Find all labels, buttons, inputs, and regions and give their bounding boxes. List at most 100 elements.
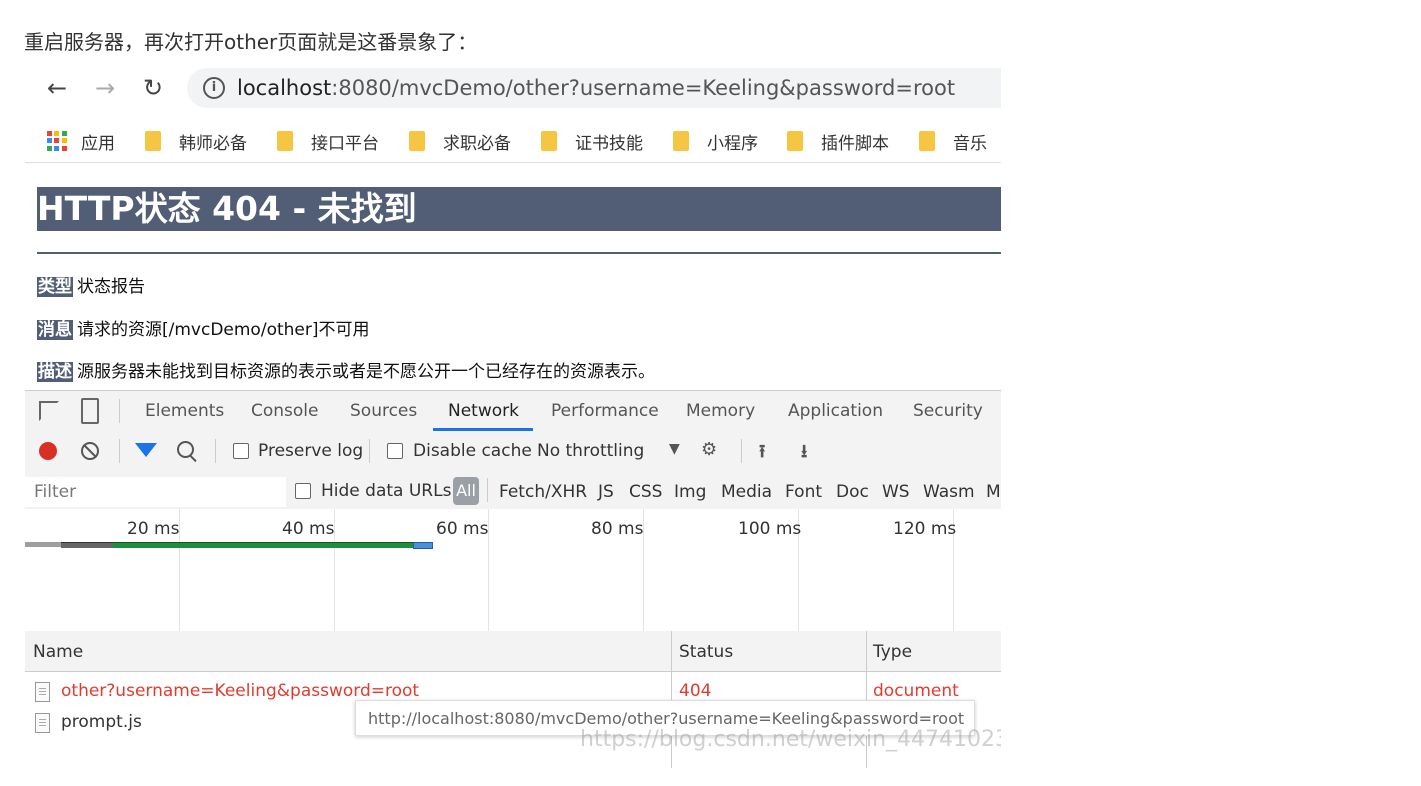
bookmark-folder[interactable]: 音乐 <box>919 126 987 156</box>
separator <box>369 439 370 463</box>
filter-type-font[interactable]: Font <box>785 482 822 502</box>
tab-memory[interactable]: Memory <box>686 401 755 421</box>
timeline-bar-waiting <box>113 542 413 548</box>
filter-type-media[interactable]: Media <box>721 482 772 502</box>
network-filter-bar: Hide data URLs All Fetch/XHR JS CSS Img … <box>25 471 1001 510</box>
filter-type-wasm[interactable]: Wasm <box>923 482 975 502</box>
error-type-line: 类型 状态报告 <box>37 272 145 297</box>
url-path: :8080/mvcDemo/other?username=Keeling&pas… <box>331 76 956 100</box>
export-har-icon[interactable]: ⭳ <box>801 439 807 469</box>
timeline-bar-queue <box>25 542 61 547</box>
bookmark-label: 接口平台 <box>311 133 379 154</box>
timeline-tick-label: 80 ms <box>591 519 644 539</box>
forward-arrow-icon[interactable]: → <box>91 74 119 102</box>
column-type[interactable]: Type <box>873 642 912 662</box>
bookmark-folder[interactable]: 小程序 <box>673 126 758 156</box>
bookmark-folder[interactable]: 求职必备 <box>409 126 511 156</box>
divider <box>37 252 1001 254</box>
tab-network[interactable]: Network <box>448 401 519 421</box>
message-label: 消息 <box>37 320 73 340</box>
filter-type-css[interactable]: CSS <box>629 482 662 502</box>
folder-icon <box>673 131 689 151</box>
disable-cache-checkbox[interactable] <box>387 443 403 459</box>
document-icon <box>35 682 50 702</box>
column-status[interactable]: Status <box>679 642 733 662</box>
separator <box>119 399 120 423</box>
network-timeline[interactable]: 20 ms 40 ms 60 ms 80 ms 100 ms 120 ms <box>25 509 1001 632</box>
tab-sources[interactable]: Sources <box>350 401 417 421</box>
folder-icon <box>919 131 935 151</box>
separator <box>487 478 488 502</box>
network-toolbar: Preserve log Disable cache No throttling… <box>25 431 1001 472</box>
error-message-line: 消息 请求的资源[/mvcDemo/other]不可用 <box>37 315 370 340</box>
separator <box>215 439 216 463</box>
bookmark-label: 求职必备 <box>443 133 511 154</box>
script-file-icon <box>35 713 50 733</box>
requests-table-header: Name Status Type <box>25 631 1001 672</box>
type-label: 类型 <box>37 277 73 297</box>
bookmark-label: 插件脚本 <box>821 133 889 154</box>
request-status: 404 <box>679 681 712 701</box>
network-conditions-icon[interactable]: ⚙ <box>701 439 717 460</box>
description-value: 源服务器未能找到目标资源的表示或者是不愿公开一个已经存在的资源表示。 <box>77 362 655 382</box>
timeline-tick-label: 120 ms <box>893 519 957 539</box>
folder-icon <box>145 131 161 151</box>
back-arrow-icon[interactable]: ← <box>43 74 71 102</box>
import-har-icon[interactable]: ⭱ <box>759 439 765 469</box>
folder-icon <box>409 131 425 151</box>
filter-all-button[interactable]: All <box>453 477 479 505</box>
filter-icon[interactable] <box>135 443 157 457</box>
column-name[interactable]: Name <box>33 642 83 662</box>
disable-cache-label: Disable cache <box>413 441 532 461</box>
inspect-element-icon[interactable] <box>39 401 59 421</box>
separator <box>119 439 120 463</box>
intro-text: 重启服务器，再次打开other页面就是这番景象了： <box>24 30 478 54</box>
bookmark-label: 韩师必备 <box>179 133 247 154</box>
devtools-tab-bar: Elements Console Sources Network Perform… <box>25 391 1001 432</box>
bookmark-folder[interactable]: 插件脚本 <box>787 126 889 156</box>
bookmark-folder[interactable]: 韩师必备 <box>145 126 247 156</box>
timeline-tick-label: 60 ms <box>436 519 489 539</box>
preserve-log-label: Preserve log <box>258 441 364 461</box>
chevron-down-icon[interactable]: ▼ <box>669 441 680 457</box>
filter-type-ws[interactable]: WS <box>882 482 910 502</box>
timeline-tick-label: 100 ms <box>738 519 802 539</box>
bookmark-folder[interactable]: 证书技能 <box>541 126 643 156</box>
filter-type-js[interactable]: JS <box>598 482 614 502</box>
hide-data-urls-label: Hide data URLs <box>321 481 452 501</box>
hide-data-urls-checkbox[interactable] <box>295 483 311 499</box>
url-bar[interactable]: i localhost:8080/mvcDemo/other?username=… <box>187 68 1001 108</box>
filter-type-fetch-xhr[interactable]: Fetch/XHR <box>499 482 587 502</box>
timeline-tick-label: 20 ms <box>127 519 180 539</box>
error-title: HTTP状态 404 - 未找到 <box>37 187 1001 231</box>
filter-input[interactable] <box>25 477 286 507</box>
throttling-select[interactable]: No throttling <box>537 441 644 461</box>
bookmark-label: 音乐 <box>953 133 987 154</box>
tab-application[interactable]: Application <box>788 401 883 421</box>
device-toolbar-icon[interactable] <box>81 398 99 424</box>
message-value: 请求的资源[/mvcDemo/other]不可用 <box>77 320 370 340</box>
separator <box>741 439 742 463</box>
tab-performance[interactable]: Performance <box>551 401 659 421</box>
filter-type-doc[interactable]: Doc <box>836 482 869 502</box>
screenshot: ← → ↻ i localhost:8080/mvcDemo/other?use… <box>25 60 1001 768</box>
tab-console[interactable]: Console <box>251 401 319 421</box>
clear-icon[interactable] <box>81 442 99 460</box>
watermark: https://blog.csdn.net/weixin_44741023 <box>580 727 1001 752</box>
tab-security[interactable]: Security <box>913 401 983 421</box>
record-icon[interactable] <box>39 442 57 460</box>
bookmark-label: 小程序 <box>707 133 758 154</box>
reload-icon[interactable]: ↻ <box>139 74 167 102</box>
preserve-log-checkbox[interactable] <box>233 443 249 459</box>
folder-icon <box>277 131 293 151</box>
request-name: other?username=Keeling&password=root <box>61 681 420 701</box>
bookmark-apps[interactable]: 应用 <box>47 126 115 156</box>
filter-type-img[interactable]: Img <box>674 482 706 502</box>
error-description-line: 描述 源服务器未能找到目标资源的表示或者是不愿公开一个已经存在的资源表示。 <box>37 357 655 382</box>
filter-type-manifest[interactable]: M <box>986 482 1001 502</box>
info-icon[interactable]: i <box>203 77 225 99</box>
tab-elements[interactable]: Elements <box>145 401 224 421</box>
bookmark-folder[interactable]: 接口平台 <box>277 126 379 156</box>
search-icon[interactable] <box>177 441 194 458</box>
url-text[interactable]: localhost:8080/mvcDemo/other?username=Ke… <box>237 76 955 100</box>
